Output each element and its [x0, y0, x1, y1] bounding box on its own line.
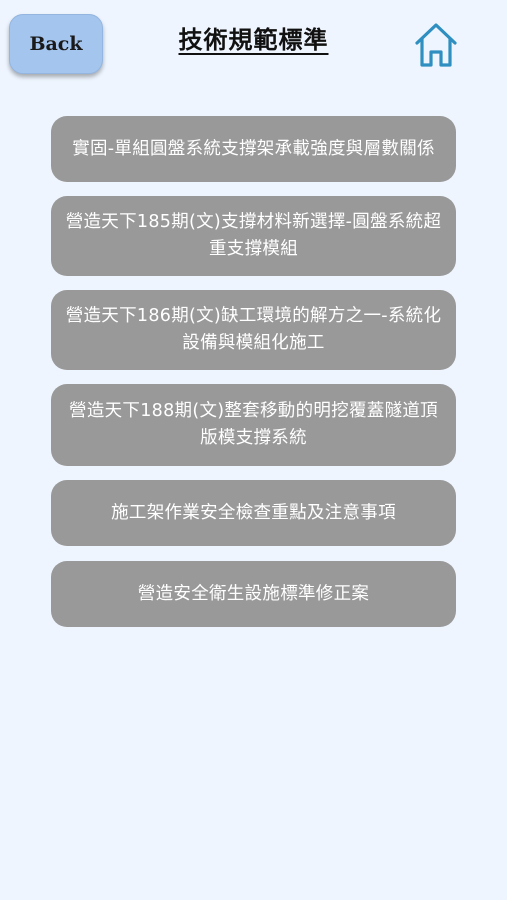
menu-item-issue-185[interactable]: 營造天下185期(文)支撐材料新選擇-圓盤系統超重支撐模組: [51, 196, 456, 276]
home-icon: [415, 23, 457, 67]
menu-item-safety-standard-amendment[interactable]: 營造安全衛生設施標準修正案: [51, 561, 456, 627]
menu-item-scaffold-safety[interactable]: 施工架作業安全檢查重點及注意事項: [51, 480, 456, 546]
menu-item-issue-188[interactable]: 營造天下188期(文)整套移動的明挖覆蓋隧道頂版模支撐系統: [51, 384, 456, 466]
menu-item-issue-186[interactable]: 營造天下186期(文)缺工環境的解方之一-系統化設備與模組化施工: [51, 290, 456, 370]
menu-item-single-disc-load[interactable]: 實固-單組圓盤系統支撐架承載強度與層數關係: [51, 116, 456, 182]
home-button[interactable]: [413, 20, 459, 70]
